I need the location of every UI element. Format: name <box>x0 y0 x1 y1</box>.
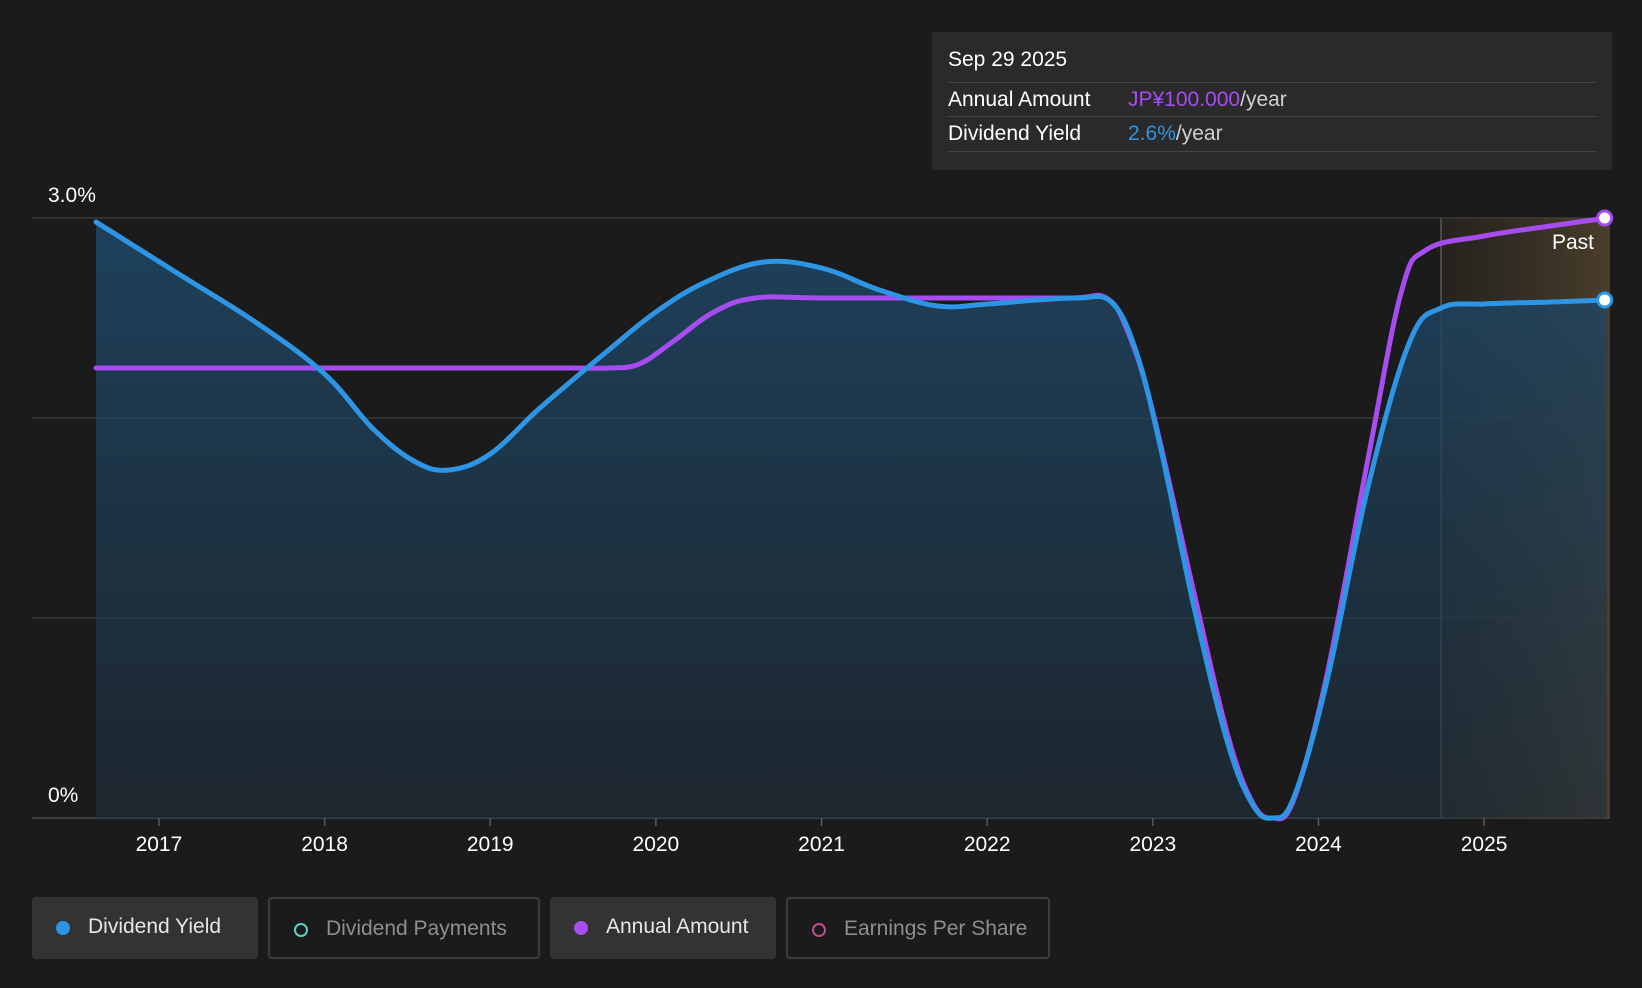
x-tick-label: 2020 <box>633 833 680 856</box>
y-tick-label: 3.0% <box>48 184 96 207</box>
x-tick-label: 2025 <box>1461 833 1508 856</box>
x-tick-label: 2022 <box>964 833 1011 856</box>
legend-label-dividend-payments: Dividend Payments <box>326 917 507 940</box>
legend-label-annual-amount: Annual Amount <box>606 915 749 938</box>
earnings-per-share-ring-icon <box>812 923 826 937</box>
dividend-yield-unit: /year <box>1175 122 1223 145</box>
tooltip-row-annual-amount: Annual Amount JP¥100.000/year <box>948 82 1596 117</box>
x-tick-label: 2023 <box>1129 833 1176 856</box>
annual-amount-unit: /year <box>1240 88 1287 111</box>
tooltip-value-annual-amount: JP¥100.000/year <box>1128 88 1287 112</box>
dividend-chart-widget: Past 3.0% 0% 2017 2018 2019 2020 2021 2022 2023 2… <box>0 0 1642 988</box>
past-label: Past <box>1552 231 1594 254</box>
x-tick-label: 2017 <box>136 833 183 856</box>
x-tick-label: 2024 <box>1295 833 1342 856</box>
annual-amount-dot-icon <box>574 921 588 935</box>
tooltip-value-dividend-yield: 2.6%/year <box>1128 122 1223 146</box>
legend-dividend-yield[interactable]: Dividend Yield <box>32 897 258 959</box>
tooltip-label-annual-amount: Annual Amount <box>948 88 1091 111</box>
dividend-yield-area <box>96 222 1607 819</box>
annual-amount-end-marker <box>1596 209 1614 227</box>
tooltip-card: Sep 29 2025 Annual Amount JP¥100.000/yea… <box>932 32 1612 170</box>
x-tick-label: 2019 <box>467 833 514 856</box>
legend-annual-amount[interactable]: Annual Amount <box>550 897 776 959</box>
legend-dividend-payments[interactable]: Dividend Payments <box>268 897 540 959</box>
dividend-yield-end-marker <box>1596 291 1614 309</box>
annual-amount-value: JP¥100.000 <box>1128 88 1241 111</box>
legend-earnings-per-share[interactable]: Earnings Per Share <box>786 897 1050 959</box>
tooltip-label-dividend-yield: Dividend Yield <box>948 122 1082 145</box>
x-tick-label: 2018 <box>301 833 348 856</box>
dividend-yield-dot-icon <box>56 921 70 935</box>
dividend-payments-ring-icon <box>294 923 308 937</box>
y-tick-label: 0% <box>48 784 78 807</box>
legend-label-earnings-per-share: Earnings Per Share <box>844 917 1028 940</box>
tooltip-date: Sep 29 2025 <box>948 48 1068 71</box>
tooltip-row-dividend-yield: Dividend Yield 2.6%/year <box>948 116 1596 152</box>
legend-label-dividend-yield: Dividend Yield <box>88 915 222 938</box>
x-tick-label: 2021 <box>798 833 845 856</box>
dividend-yield-value: 2.6% <box>1128 122 1176 145</box>
